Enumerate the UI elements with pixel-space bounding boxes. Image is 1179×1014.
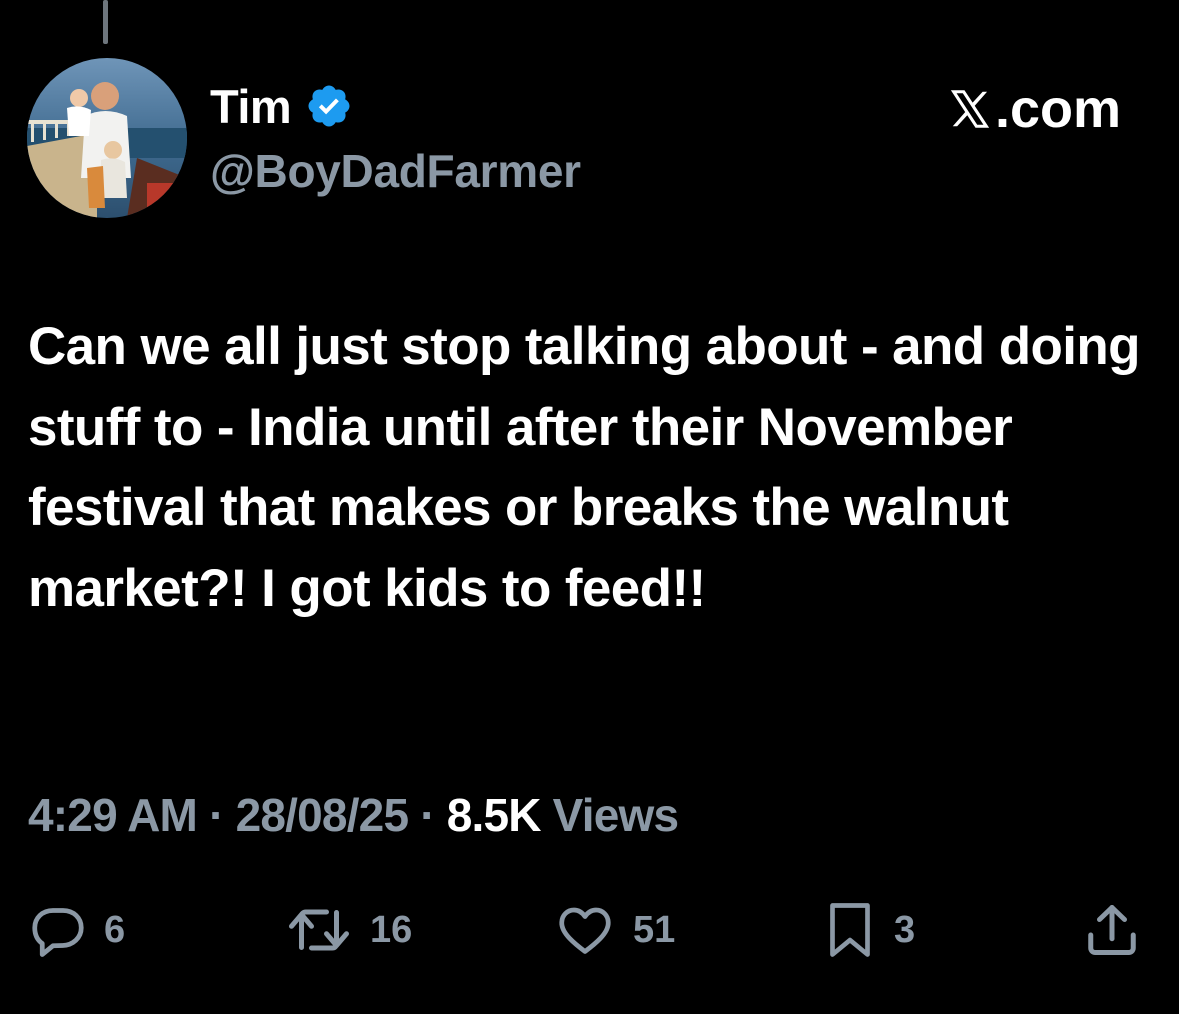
thread-connector-line bbox=[103, 0, 108, 44]
avatar-photo bbox=[27, 58, 187, 218]
author-handle[interactable]: @BoyDadFarmer bbox=[210, 144, 581, 198]
like-count: 51 bbox=[633, 908, 676, 951]
like-button[interactable]: 51 bbox=[553, 895, 675, 965]
avatar[interactable] bbox=[27, 58, 187, 218]
repost-button[interactable]: 16 bbox=[284, 895, 412, 965]
tweet-date[interactable]: 28/08/25 bbox=[236, 789, 409, 841]
bookmark-icon bbox=[830, 903, 870, 957]
author-display-name[interactable]: Tim bbox=[210, 79, 292, 134]
action-bar: 6 16 51 3 bbox=[0, 895, 1179, 965]
share-button[interactable] bbox=[1082, 895, 1142, 965]
bookmark-count: 3 bbox=[894, 908, 916, 951]
meta-separator-2: · bbox=[408, 789, 447, 841]
reply-count: 6 bbox=[104, 908, 126, 951]
x-logo-icon bbox=[950, 90, 990, 128]
verified-badge-icon bbox=[305, 82, 353, 130]
share-icon bbox=[1088, 905, 1136, 955]
repost-icon bbox=[289, 909, 349, 951]
views-count[interactable]: 8.5K bbox=[447, 789, 542, 841]
tweet-time[interactable]: 4:29 AM bbox=[28, 789, 198, 841]
brand-label: .com bbox=[994, 79, 1121, 139]
reply-icon bbox=[32, 908, 84, 957]
tweet-meta: 4:29 AM · 28/08/25 · 8.5K Views bbox=[28, 788, 679, 842]
reply-button[interactable]: 6 bbox=[28, 895, 125, 965]
views-label: Views bbox=[540, 789, 679, 841]
tweet-text: Can we all just stop talking about - and… bbox=[28, 317, 1141, 618]
meta-separator-1: · bbox=[197, 789, 236, 841]
bookmark-button[interactable]: 3 bbox=[822, 895, 915, 965]
repost-count: 16 bbox=[370, 908, 413, 951]
brand-watermark: .com bbox=[947, 78, 1121, 140]
author-name-row[interactable]: Tim bbox=[210, 78, 353, 134]
heart-icon bbox=[559, 907, 611, 954]
